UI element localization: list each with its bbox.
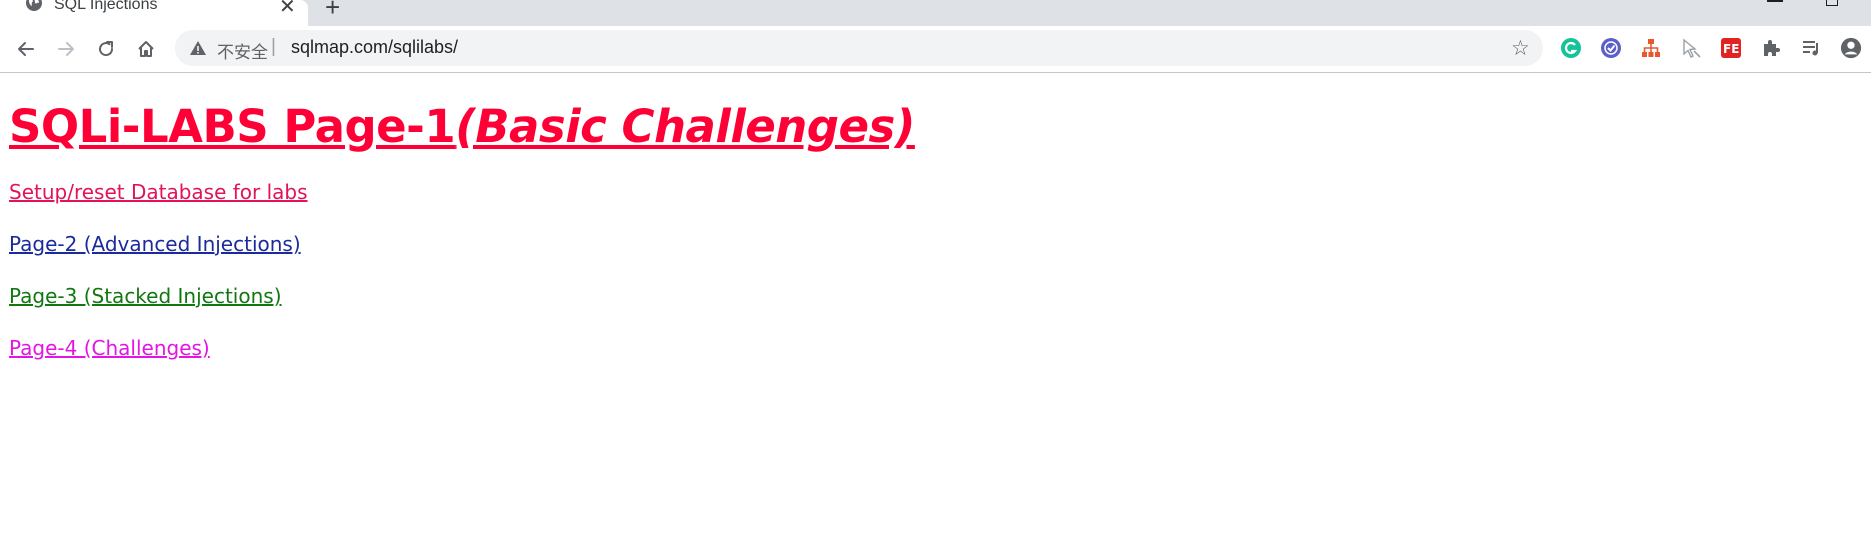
omnibox-separator: | — [271, 36, 276, 57]
fe-extension-icon[interactable]: FE — [1720, 37, 1742, 59]
forward-button[interactable] — [52, 35, 80, 63]
back-button[interactable] — [12, 35, 40, 63]
forward-arrow-icon — [58, 42, 74, 56]
grammarly-icon[interactable] — [1560, 37, 1582, 59]
bookmark-star-icon[interactable]: ☆ — [1511, 36, 1530, 61]
page-content: SQLi-LABS Page-1(Basic Challenges) Setup… — [9, 100, 915, 360]
profile-icon[interactable] — [1840, 37, 1862, 59]
minimize-window-icon[interactable] — [1767, 0, 1783, 2]
toolbar-divider — [0, 72, 1871, 73]
page-4-link[interactable]: Page-4 (Challenges) — [9, 336, 210, 360]
warning-icon[interactable] — [189, 39, 207, 57]
setup-database-link[interactable]: Setup/reset Database for labs — [9, 180, 308, 204]
page-title-sub: (Basic Challenges) — [455, 100, 915, 153]
page-2-link[interactable]: Page-2 (Advanced Injections) — [9, 232, 301, 256]
tab-sql-injections[interactable]: SQL Injections ✕ — [0, 0, 308, 26]
insecure-label[interactable]: 不安全 — [217, 38, 268, 63]
puzzle-icon[interactable] — [1760, 37, 1782, 59]
home-button[interactable] — [132, 35, 160, 63]
page-title-main: SQLi-LABS Page-1 — [9, 100, 456, 153]
reading-list-icon[interactable] — [1800, 37, 1822, 59]
svg-text:FE: FE — [1723, 42, 1739, 56]
browser-toolbar: 不安全 | sqlmap.com/sqlilabs/ ☆ FE — [0, 26, 1871, 72]
tab-title: SQL Injections — [54, 0, 158, 13]
url-text[interactable]: sqlmap.com/sqlilabs/ — [291, 37, 458, 58]
tab-strip: SQL Injections ✕ + — [0, 0, 1871, 26]
close-tab-icon[interactable]: ✕ — [279, 0, 296, 19]
page-title[interactable]: SQLi-LABS Page-1(Basic Challenges) — [9, 100, 915, 153]
check-circle-icon[interactable] — [1600, 37, 1622, 59]
new-tab-button[interactable]: + — [325, 0, 340, 23]
restore-window-icon[interactable] — [1826, 0, 1838, 6]
globe-icon — [25, 0, 43, 12]
home-icon — [138, 41, 154, 57]
sitemap-icon[interactable] — [1640, 37, 1662, 59]
page-3-link[interactable]: Page-3 (Stacked Injections) — [9, 284, 282, 308]
back-arrow-icon — [18, 42, 34, 56]
address-bar[interactable]: 不安全 | sqlmap.com/sqlilabs/ ☆ — [175, 30, 1543, 66]
cursor-block-icon[interactable] — [1680, 37, 1702, 59]
reload-icon — [99, 41, 114, 57]
reload-button[interactable] — [92, 35, 120, 63]
